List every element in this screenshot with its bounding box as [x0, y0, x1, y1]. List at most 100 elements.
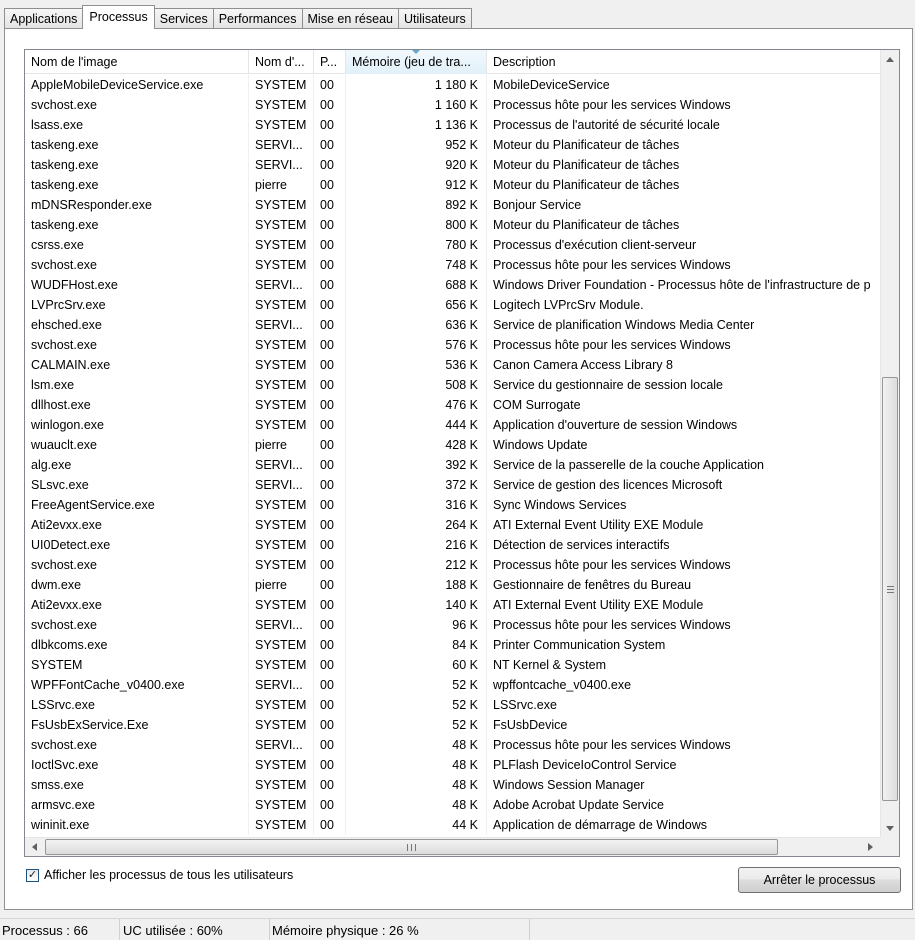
process-description: Windows Session Manager	[493, 778, 645, 792]
tab-networking[interactable]: Mise en réseau	[301, 8, 399, 29]
table-row[interactable]: SYSTEM SYSTEM 00 60 K NT Kernel & System	[25, 655, 881, 675]
column-cpu[interactable]: P...	[314, 50, 346, 74]
process-user: SYSTEM	[249, 555, 314, 575]
status-physical-memory: Mémoire physique : 26 %	[270, 919, 530, 940]
table-row[interactable]: svchost.exe SYSTEM 00 576 K Processus hôte p…	[25, 335, 881, 355]
process-memory: 316 K	[346, 495, 487, 515]
tab-processus[interactable]: Processus	[82, 5, 155, 29]
table-row[interactable]: Ati2evxx.exe SYSTEM 00 264 K ATI External Ev…	[25, 515, 881, 535]
process-memory: 656 K	[346, 295, 487, 315]
process-cpu: 00	[314, 375, 346, 395]
table-row[interactable]: mDNSResponder.exe SYSTEM 00 892 K Bonjour Se…	[25, 195, 881, 215]
process-description: NT Kernel & System	[493, 658, 607, 672]
process-memory: 48 K	[346, 735, 487, 755]
table-row[interactable]: UI0Detect.exe SYSTEM 00 216 K Détection de s…	[25, 535, 881, 555]
show-all-users-checkbox[interactable]: ✓	[26, 868, 39, 882]
process-image-name: CALMAIN.exe	[25, 355, 249, 375]
scroll-right-button[interactable]	[861, 838, 879, 856]
show-all-users-option[interactable]: ✓ Afficher les processus de tous les uti…	[26, 868, 293, 882]
process-description: FsUsbDevice	[493, 718, 568, 732]
process-description: Moteur du Planificateur de tâches	[493, 218, 680, 232]
table-row[interactable]: winlogon.exe SYSTEM 00 444 K Application d'o…	[25, 415, 881, 435]
process-cpu: 00	[314, 675, 346, 695]
table-row[interactable]: dwm.exe pierre 00 188 K Gestionnaire de fenê…	[25, 575, 881, 595]
table-row[interactable]: lsm.exe SYSTEM 00 508 K Service du gestionna…	[25, 375, 881, 395]
table-row[interactable]: ehsched.exe SERVI... 00 636 K Service de pla…	[25, 315, 881, 335]
process-memory: 264 K	[346, 515, 487, 535]
table-row[interactable]: taskeng.exe SYSTEM 00 800 K Moteur du Planif…	[25, 215, 881, 235]
horizontal-scroll-thumb[interactable]	[45, 839, 778, 855]
process-memory: 48 K	[346, 755, 487, 775]
process-list[interactable]: Nom de l'image Nom d'... P... Mémoire (j…	[24, 49, 900, 857]
table-row[interactable]: FsUsbExService.Exe SYSTEM 00 52 K FsUsbDevic…	[25, 715, 881, 735]
tab-applications[interactable]: Applications	[4, 8, 84, 29]
table-row[interactable]: LVPrcSrv.exe SYSTEM 00 656 K Logitech LVPrcS…	[25, 295, 881, 315]
process-cpu: 00	[314, 175, 346, 195]
table-row[interactable]: svchost.exe SERVI... 00 96 K Processus hôte …	[25, 615, 881, 635]
table-row[interactable]: taskeng.exe pierre 00 912 K Moteur du Planif…	[25, 175, 881, 195]
column-memory[interactable]: Mémoire (jeu de tra...	[346, 50, 487, 74]
process-image-name: svchost.exe	[25, 335, 249, 355]
scroll-up-button[interactable]	[881, 50, 899, 68]
process-memory: 952 K	[346, 135, 487, 155]
tab-services[interactable]: Services	[153, 8, 214, 29]
table-row[interactable]: csrss.exe SYSTEM 00 780 K Processus d'exécut…	[25, 235, 881, 255]
table-row[interactable]: taskeng.exe SERVI... 00 952 K Moteur du Plan…	[25, 135, 881, 155]
table-row[interactable]: dlbkcoms.exe SYSTEM 00 84 K Printer Communic…	[25, 635, 881, 655]
table-row[interactable]: SLsvc.exe SERVI... 00 372 K Service de gesti…	[25, 475, 881, 495]
table-row[interactable]: CALMAIN.exe SYSTEM 00 536 K Canon Camera Acc…	[25, 355, 881, 375]
table-row[interactable]: wuauclt.exe pierre 00 428 K Windows Update	[25, 435, 881, 455]
table-row[interactable]: LSSrvc.exe SYSTEM 00 52 K LSSrvc.exe	[25, 695, 881, 715]
column-image-name[interactable]: Nom de l'image	[25, 50, 249, 74]
table-row[interactable]: dllhost.exe SYSTEM 00 476 K COM Surrogate	[25, 395, 881, 415]
process-cpu: 00	[314, 95, 346, 115]
tab-performances[interactable]: Performances	[212, 8, 303, 29]
show-all-users-label: Afficher les processus de tous les utili…	[44, 868, 294, 882]
process-user: SYSTEM	[249, 775, 314, 795]
process-image-name: lsm.exe	[25, 375, 249, 395]
table-row[interactable]: WUDFHost.exe SERVI... 00 688 K Windows Drive…	[25, 275, 881, 295]
column-user-name[interactable]: Nom d'...	[249, 50, 314, 74]
process-description: PLFlash DeviceIoControl Service	[493, 758, 677, 772]
process-memory: 212 K	[346, 555, 487, 575]
table-row[interactable]: IoctlSvc.exe SYSTEM 00 48 K PLFlash DeviceIo…	[25, 755, 881, 775]
end-process-button[interactable]: Arrêter le processus	[738, 867, 901, 893]
process-description: Processus hôte pour les services Windows	[493, 558, 731, 572]
process-description: Processus hôte pour les services Windows	[493, 618, 731, 632]
horizontal-scrollbar[interactable]	[25, 837, 881, 856]
process-cpu: 00	[314, 815, 346, 835]
table-row[interactable]: lsass.exe SYSTEM 00 1 136 K Processus de l'a…	[25, 115, 881, 135]
table-row[interactable]: Ati2evxx.exe SYSTEM 00 140 K ATI External Ev…	[25, 595, 881, 615]
process-image-name: FsUsbExService.Exe	[25, 715, 249, 735]
process-image-name: dllhost.exe	[25, 395, 249, 415]
table-row[interactable]: armsvc.exe SYSTEM 00 48 K Adobe Acrobat Upda…	[25, 795, 881, 815]
process-memory: 372 K	[346, 475, 487, 495]
table-row[interactable]: alg.exe SERVI... 00 392 K Service de la pass…	[25, 455, 881, 475]
vertical-scrollbar[interactable]	[880, 50, 899, 838]
process-image-name: svchost.exe	[25, 615, 249, 635]
column-description[interactable]: Description	[487, 50, 881, 74]
process-description: Bonjour Service	[493, 198, 582, 212]
table-row[interactable]: svchost.exe SYSTEM 00 748 K Processus hôte p…	[25, 255, 881, 275]
table-row[interactable]: taskeng.exe SERVI... 00 920 K Moteur du Plan…	[25, 155, 881, 175]
table-row[interactable]: wininit.exe SYSTEM 00 44 K Application de dé…	[25, 815, 881, 835]
table-row[interactable]: smss.exe SYSTEM 00 48 K Windows Session Mana…	[25, 775, 881, 795]
scroll-left-button[interactable]	[25, 838, 43, 856]
process-user: SERVI...	[249, 735, 314, 755]
process-memory: 748 K	[346, 255, 487, 275]
vertical-scroll-thumb[interactable]	[882, 377, 898, 801]
process-cpu: 00	[314, 255, 346, 275]
table-row[interactable]: svchost.exe SERVI... 00 48 K Processus hôte …	[25, 735, 881, 755]
table-row[interactable]: AppleMobileDeviceService.exe SYSTEM 00 1 18…	[25, 75, 881, 95]
tab-users[interactable]: Utilisateurs	[397, 8, 472, 29]
table-row[interactable]: svchost.exe SYSTEM 00 212 K Processus hôte p…	[25, 555, 881, 575]
scroll-down-button[interactable]	[881, 819, 899, 837]
process-user: SYSTEM	[249, 535, 314, 555]
process-user: pierre	[249, 435, 314, 455]
table-row[interactable]: WPFFontCache_v0400.exe SERVI... 00 52 K wpff…	[25, 675, 881, 695]
process-image-name: Ati2evxx.exe	[25, 515, 249, 535]
tab-bar: Applications Processus Services Performa…	[4, 5, 472, 29]
table-row[interactable]: FreeAgentService.exe SYSTEM 00 316 K Sync Wi…	[25, 495, 881, 515]
process-description: Processus hôte pour les services Windows	[493, 338, 731, 352]
table-row[interactable]: svchost.exe SYSTEM 00 1 160 K Processus hôte…	[25, 95, 881, 115]
